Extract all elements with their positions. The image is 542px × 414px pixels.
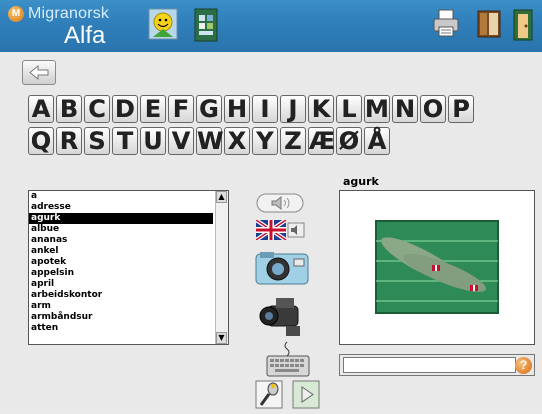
- letter-button[interactable]: U: [140, 127, 166, 155]
- letter-button[interactable]: A: [28, 95, 54, 123]
- letter-button[interactable]: L: [336, 95, 362, 123]
- letter-button[interactable]: B: [56, 95, 82, 123]
- letter-button[interactable]: Ø: [336, 127, 362, 155]
- letter-button[interactable]: K: [308, 95, 334, 123]
- letter-button[interactable]: N: [392, 95, 418, 123]
- header-bar: M Migranorsk Alfa: [0, 0, 542, 52]
- letter-button[interactable]: C: [84, 95, 110, 123]
- word-list-item[interactable]: ankel: [29, 246, 213, 257]
- word-list-item[interactable]: atten: [29, 323, 213, 334]
- keyboard-button[interactable]: [265, 340, 311, 383]
- word-list-item[interactable]: apotek: [29, 257, 213, 268]
- word-list-items: a adresse agurk albue ananas ankel apotek appel…: [29, 191, 228, 334]
- scroll-track[interactable]: [216, 203, 228, 332]
- alphabet-row-1: ABCDEFGHIJKLMNOP: [28, 95, 538, 123]
- back-button[interactable]: [22, 60, 56, 85]
- video-camera-button[interactable]: [256, 296, 310, 343]
- letter-button[interactable]: O: [420, 95, 446, 123]
- word-list-item[interactable]: arm: [29, 301, 213, 312]
- word-list-item[interactable]: agurk: [29, 213, 213, 224]
- scroll-down-button[interactable]: ▼: [216, 332, 227, 344]
- letter-button[interactable]: R: [56, 127, 82, 155]
- camera-button[interactable]: [254, 250, 310, 291]
- answer-input[interactable]: [343, 357, 516, 373]
- printer-icon[interactable]: [432, 8, 460, 40]
- word-list-item[interactable]: armbåndsur: [29, 312, 213, 323]
- exit-door-icon[interactable]: [510, 8, 538, 41]
- letter-button[interactable]: X: [224, 127, 250, 155]
- word-list-item[interactable]: arbeidskontor: [29, 290, 213, 301]
- letter-button[interactable]: P: [448, 95, 474, 123]
- letter-button[interactable]: F: [168, 95, 194, 123]
- letter-button[interactable]: Å: [364, 127, 390, 155]
- speaker-button[interactable]: [256, 193, 304, 218]
- letter-button[interactable]: Æ: [308, 127, 335, 155]
- letter-button[interactable]: E: [140, 95, 166, 123]
- word-list-item[interactable]: ananas: [29, 235, 213, 246]
- letter-button[interactable]: S: [84, 127, 110, 155]
- word-picture-frame: [339, 190, 535, 345]
- word-list-item[interactable]: albue: [29, 224, 213, 235]
- book-icon[interactable]: [474, 8, 502, 40]
- app-logo: M Migranorsk Alfa: [6, 4, 126, 49]
- logo-badge: M: [8, 6, 24, 22]
- word-list-item[interactable]: a: [29, 191, 213, 202]
- word-list-item[interactable]: appelsin: [29, 268, 213, 279]
- book-cover-icon[interactable]: [192, 8, 220, 42]
- word-list[interactable]: a adresse agurk albue ananas ankel apotek appel…: [28, 190, 229, 345]
- current-word: agurk: [343, 175, 379, 188]
- help-button[interactable]: ?: [515, 357, 532, 374]
- letter-button[interactable]: G: [196, 95, 222, 123]
- arrow-left-icon: [29, 64, 49, 81]
- letter-button[interactable]: M: [364, 95, 390, 123]
- word-list-item[interactable]: april: [29, 279, 213, 290]
- letter-button[interactable]: T: [112, 127, 138, 155]
- word-list-scrollbar[interactable]: ▲ ▼: [215, 191, 228, 344]
- letter-button[interactable]: J: [280, 95, 306, 123]
- smiley-icon[interactable]: [148, 8, 178, 40]
- letter-button[interactable]: I: [252, 95, 278, 123]
- word-list-item[interactable]: adresse: [29, 202, 213, 213]
- letter-button[interactable]: Q: [28, 127, 54, 155]
- letter-button[interactable]: W: [196, 127, 223, 155]
- brand-name: Migranorsk: [28, 5, 110, 22]
- alphabet-keyboard: ABCDEFGHIJKLMNOP QRSTUVWXYZÆØÅ: [28, 95, 538, 159]
- letter-button[interactable]: Z: [280, 127, 306, 155]
- letter-button[interactable]: V: [168, 127, 194, 155]
- letter-button[interactable]: D: [112, 95, 138, 123]
- alphabet-row-2: QRSTUVWXYZÆØÅ: [28, 127, 538, 155]
- answer-box: ?: [339, 354, 535, 376]
- letter-button[interactable]: Y: [252, 127, 278, 155]
- letter-button[interactable]: H: [224, 95, 250, 123]
- cucumber-picture: [375, 220, 499, 314]
- scroll-up-button[interactable]: ▲: [216, 191, 227, 203]
- product-name: Alfa: [64, 22, 106, 49]
- english-flag-button[interactable]: [254, 218, 306, 245]
